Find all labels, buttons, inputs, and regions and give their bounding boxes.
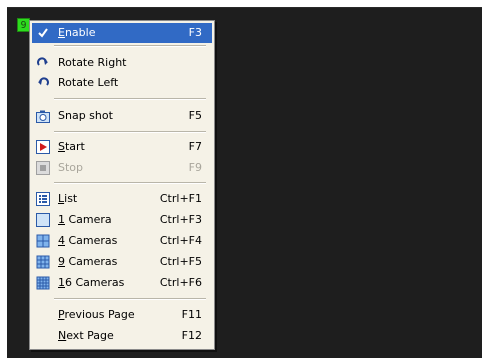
menu-separator — [54, 98, 206, 100]
menu-item-16-cameras[interactable]: 16 Cameras Ctrl+F6 — [32, 273, 212, 293]
rotate-right-icon — [36, 56, 50, 70]
menu-item-start[interactable]: Start F7 — [32, 137, 212, 157]
menu-separator — [54, 182, 206, 184]
start-shortcut: F7 — [188, 140, 202, 153]
stop-shortcut: F9 — [188, 161, 202, 174]
menu-item-next-page[interactable]: Next Page F12 — [32, 326, 212, 346]
menu-separator — [54, 298, 206, 300]
16-cameras-shortcut: Ctrl+F6 — [159, 276, 202, 289]
previous-page-label: Previous Page — [58, 308, 135, 321]
list-label: List — [58, 192, 78, 205]
snapshot-label: Snap shot — [58, 109, 113, 122]
4-cameras-shortcut: Ctrl+F4 — [159, 234, 202, 247]
previous-page-shortcut: F11 — [181, 308, 202, 321]
sixteen-view-icon — [36, 276, 50, 290]
menu-item-4-cameras[interactable]: 4 Cameras Ctrl+F4 — [32, 231, 212, 251]
single-view-icon — [36, 213, 50, 227]
camera-icon — [36, 109, 50, 123]
rotate-left-label: Rotate Left — [58, 76, 119, 89]
next-page-label: Next Page — [58, 329, 114, 342]
16-cameras-label: 16 Cameras — [58, 276, 125, 289]
rotate-right-label: Rotate Right — [58, 56, 127, 69]
next-page-shortcut: F12 — [181, 329, 202, 342]
menu-item-9-cameras[interactable]: 9 Cameras Ctrl+F5 — [32, 252, 212, 272]
list-shortcut: Ctrl+F1 — [159, 192, 202, 205]
check-icon — [36, 26, 50, 40]
9-cameras-label: 9 Cameras — [58, 255, 118, 268]
enable-label: Enable — [58, 26, 96, 39]
4-cameras-label: 4 Cameras — [58, 234, 118, 247]
menu-item-previous-page[interactable]: Previous Page F11 — [32, 305, 212, 325]
rotate-left-icon — [36, 76, 50, 90]
stop-label: Stop — [58, 161, 84, 174]
menu-item-rotate-right[interactable]: Rotate Right — [32, 53, 212, 73]
context-menu: Enable F3 Rotate Right Rotate Left Snap … — [29, 20, 215, 350]
snapshot-shortcut: F5 — [188, 109, 202, 122]
play-icon — [36, 140, 50, 154]
menu-separator — [54, 45, 206, 47]
menu-item-enable[interactable]: Enable F3 — [32, 23, 212, 43]
menu-item-stop[interactable]: Stop F9 — [32, 158, 212, 178]
menu-item-rotate-left[interactable]: Rotate Left — [32, 73, 212, 93]
1-camera-shortcut: Ctrl+F3 — [159, 213, 202, 226]
menu-item-1-camera[interactable]: 1 Camera Ctrl+F3 — [32, 210, 212, 230]
stop-icon — [36, 161, 50, 175]
enable-shortcut: F3 — [188, 26, 202, 39]
1-camera-label: 1 Camera — [58, 213, 112, 226]
9-cameras-shortcut: Ctrl+F5 — [159, 255, 202, 268]
start-label: Start — [58, 140, 85, 153]
nine-view-icon — [36, 255, 50, 269]
menu-item-snapshot[interactable]: Snap shot F5 — [32, 106, 212, 126]
menu-separator — [54, 131, 206, 133]
list-icon — [36, 192, 50, 206]
quad-view-icon — [36, 234, 50, 248]
menu-item-list[interactable]: List Ctrl+F1 — [32, 189, 212, 209]
